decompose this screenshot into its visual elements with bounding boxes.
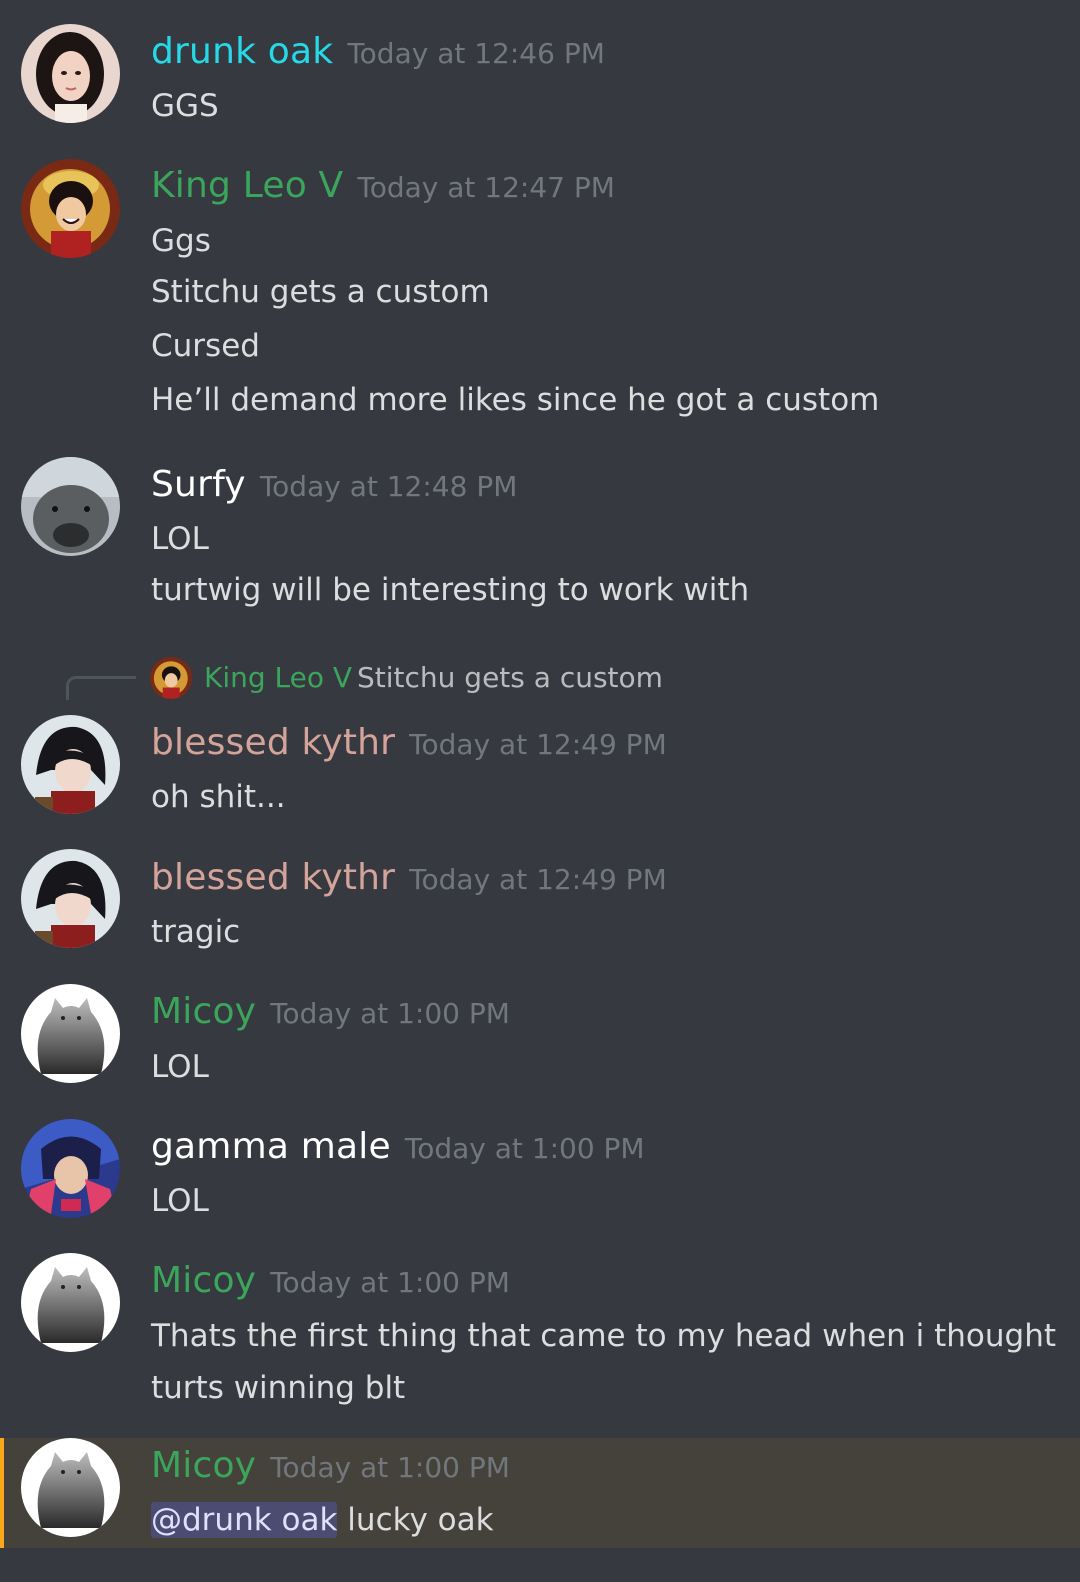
user-avatar-icon bbox=[150, 657, 192, 699]
message-timestamp: Today at 1:00 PM bbox=[270, 1451, 510, 1484]
reply-text[interactable]: Stitchu gets a custom bbox=[357, 661, 663, 694]
message-text: Cursed bbox=[151, 328, 260, 364]
reply-author[interactable]: King Leo V bbox=[204, 661, 352, 694]
message-text: oh shit... bbox=[151, 779, 286, 815]
chat-message-list: drunk oak Today at 12:46 PM GGS King Leo … bbox=[0, 0, 1080, 1582]
user-avatar-icon bbox=[21, 1119, 120, 1218]
avatar[interactable] bbox=[21, 984, 120, 1083]
message-timestamp: Today at 12:49 PM bbox=[409, 863, 667, 896]
avatar[interactable] bbox=[21, 715, 120, 814]
avatar[interactable] bbox=[21, 457, 120, 556]
user-avatar-icon bbox=[21, 457, 120, 556]
message-text: LOL bbox=[151, 1049, 209, 1085]
message-text: @drunk oak lucky oak bbox=[151, 1502, 494, 1538]
avatar[interactable] bbox=[21, 159, 120, 258]
message-timestamp: Today at 1:00 PM bbox=[270, 997, 510, 1030]
message-text: tragic bbox=[151, 914, 241, 950]
message-author[interactable]: blessed kythr bbox=[151, 857, 395, 898]
avatar[interactable] bbox=[21, 1119, 120, 1218]
message-author[interactable]: Surfy bbox=[151, 464, 246, 505]
message-author[interactable]: Micoy bbox=[151, 1260, 256, 1301]
avatar[interactable] bbox=[21, 24, 120, 123]
reply-reference[interactable]: King Leo V Stitchu gets a custom bbox=[0, 656, 1080, 700]
message-timestamp: Today at 12:47 PM bbox=[357, 171, 615, 204]
message-text: Stitchu gets a custom bbox=[151, 274, 490, 310]
avatar[interactable] bbox=[21, 1253, 120, 1352]
user-avatar-icon bbox=[21, 1253, 120, 1352]
avatar[interactable] bbox=[21, 1438, 120, 1537]
message-text: LOL bbox=[151, 521, 209, 557]
message-text: turtwig will be interesting to work with bbox=[151, 572, 750, 608]
mention-highlight-bar bbox=[0, 1438, 4, 1548]
message-timestamp: Today at 1:00 PM bbox=[404, 1132, 645, 1165]
user-avatar-icon bbox=[21, 984, 120, 1083]
message-timestamp: Today at 1:00 PM bbox=[270, 1266, 510, 1299]
message-author[interactable]: blessed kythr bbox=[151, 722, 395, 763]
message-timestamp: Today at 12:49 PM bbox=[409, 728, 667, 761]
reply-spine bbox=[66, 676, 136, 700]
message-text: LOL bbox=[151, 1183, 209, 1219]
user-avatar-icon bbox=[21, 715, 120, 814]
avatar[interactable] bbox=[21, 849, 120, 948]
message-timestamp: Today at 12:46 PM bbox=[347, 37, 605, 70]
message-author[interactable]: King Leo V bbox=[151, 165, 343, 206]
user-mention[interactable]: @drunk oak bbox=[151, 1502, 338, 1538]
message-author[interactable]: Micoy bbox=[151, 991, 256, 1032]
message-author[interactable]: drunk oak bbox=[151, 31, 333, 72]
user-avatar-icon bbox=[21, 24, 120, 123]
user-avatar-icon bbox=[21, 1438, 120, 1537]
message-author[interactable]: Micoy bbox=[151, 1445, 256, 1486]
message-text: GGS bbox=[151, 88, 219, 124]
message-text: He’ll demand more likes since he got a c… bbox=[151, 382, 880, 418]
message-timestamp: Today at 12:48 PM bbox=[259, 470, 518, 503]
message-author[interactable]: gamma male bbox=[151, 1126, 391, 1167]
message-text: turts winning blt bbox=[151, 1370, 406, 1406]
user-avatar-icon bbox=[21, 849, 120, 948]
message-text: Thats the first thing that came to my he… bbox=[151, 1318, 1057, 1354]
message-text-tail: lucky oak bbox=[337, 1502, 494, 1538]
message-text: Ggs bbox=[151, 223, 211, 259]
user-avatar-icon bbox=[21, 159, 120, 258]
reply-avatar bbox=[150, 657, 192, 699]
